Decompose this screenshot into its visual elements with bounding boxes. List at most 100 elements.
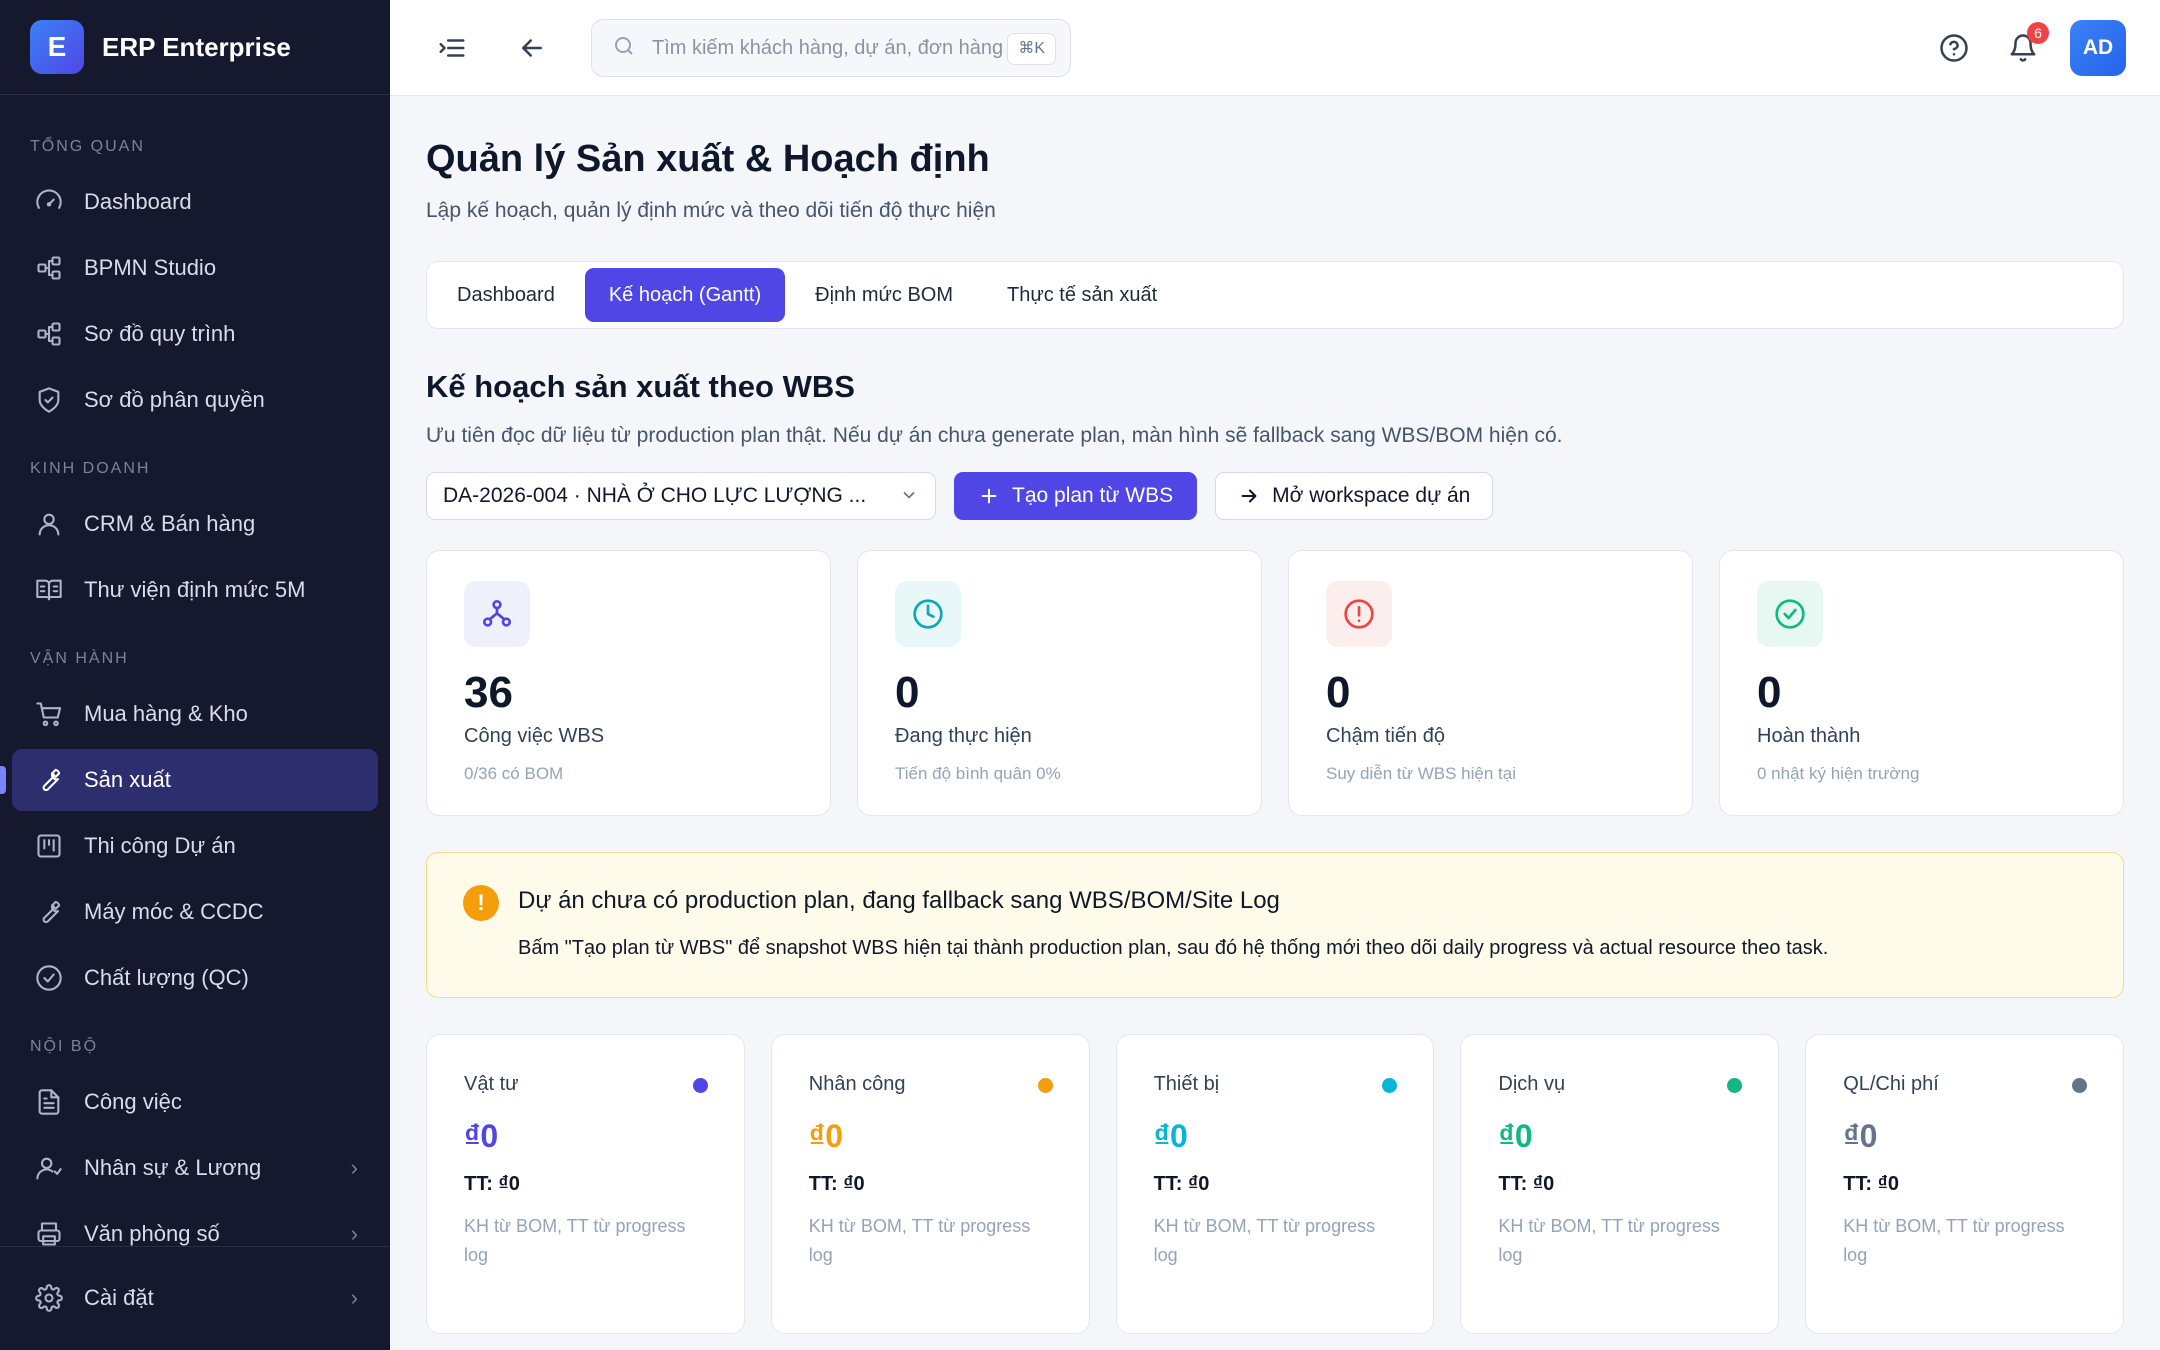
sidebar-item-label: Sản xuất [84, 767, 171, 792]
cost-category: Nhân công [808, 1073, 906, 1095]
sidebar-item-3-2[interactable]: Văn phòng số › [12, 1203, 378, 1247]
stats-row: 36 Công việc WBS 0/36 có BOM 0 Đang thực hiệ… [426, 550, 2124, 816]
sidebar-item-label: Dashboard [84, 189, 192, 214]
search-box[interactable]: ⌘K [591, 19, 1071, 77]
stat-card: 36 Công việc WBS 0/36 có BOM [426, 550, 831, 816]
sidebar-section-title: TỔNG QUAN [30, 138, 145, 155]
cost-category: QL/Chi phí [1843, 1073, 1939, 1095]
tab-1[interactable]: Kế hoạch (Gantt) [584, 268, 786, 322]
clock-icon [895, 581, 961, 647]
stat-hint: 0/36 có BOM [464, 764, 564, 783]
stat-label: Chậm tiến độ [1326, 725, 1445, 747]
search-input[interactable] [652, 36, 1002, 60]
flow-icon [34, 319, 64, 349]
user-icon [34, 509, 64, 539]
file-icon [34, 1087, 64, 1117]
sidebar-item-label: Văn phòng số [84, 1221, 220, 1246]
cost-card: Thiết bị ₫0 TT: ₫0 KH từ BOM, TT từ progres… [1115, 1034, 1435, 1334]
cost-category: Thiết bị [1153, 1073, 1220, 1095]
cost-cards-row: Vật tư ₫0 TT: ₫0 KH từ BOM, TT từ progress … [426, 1034, 2124, 1334]
sidebar-item-label: Sơ đồ quy trình [84, 321, 236, 346]
cost-note: KH từ BOM, TT từ progress log [1843, 1216, 2065, 1265]
sidebar-item-0-0[interactable]: Dashboard [12, 171, 378, 233]
warning-icon: ! [463, 885, 499, 921]
sidebar-item-3-1[interactable]: Nhân sự & Lương › [12, 1137, 378, 1199]
stat-label: Hoàn thành [1757, 725, 1861, 747]
stat-label: Công việc WBS [464, 725, 605, 747]
sidebar-item-label: Mua hàng & Kho [84, 701, 248, 726]
tab-3[interactable]: Thực tế sản xuất [983, 268, 1181, 322]
sidebar-item-label: Thư viện định mức 5M [84, 577, 306, 602]
book-icon [34, 575, 64, 605]
sidebar-item-2-1[interactable]: Sản xuất [0, 749, 378, 811]
avatar[interactable]: AD [2070, 20, 2126, 76]
check-circle-icon [1757, 581, 1823, 647]
cost-planned-value: ₫0 [464, 1118, 499, 1154]
cost-color-dot [692, 1078, 708, 1093]
tab-0[interactable]: Dashboard [433, 268, 579, 322]
arrow-right-icon [1241, 489, 1257, 503]
sidebar-item-2-4[interactable]: Chất lượng (QC) [12, 947, 378, 1009]
help-icon[interactable] [1934, 28, 1974, 68]
alert-title: Dự án chưa có production plan, đang fall… [518, 887, 1280, 914]
stat-value: 0 [1757, 668, 1782, 717]
cost-planned-value: ₫0 [1498, 1118, 1533, 1154]
cost-actual-value: TT: ₫0 [1498, 1173, 1555, 1195]
sidebar-item-0-3[interactable]: Sơ đồ phân quyền [12, 369, 378, 431]
alert-description: Bấm "Tạo plan từ WBS" để snapshot WBS hi… [518, 937, 1829, 959]
sidebar-item-label: Cài đặt [84, 1285, 154, 1310]
open-workspace-button[interactable]: Mở workspace dự án [1215, 472, 1494, 520]
sidebar-item-label: Sơ đồ phân quyền [84, 387, 265, 412]
create-plan-button[interactable]: Tạo plan từ WBS [954, 472, 1198, 520]
kanban-icon [34, 831, 64, 861]
sidebar-item-1-1[interactable]: Thư viện định mức 5M [12, 559, 378, 621]
sidebar-item-2-3[interactable]: Máy móc & CCDC [12, 881, 378, 943]
menu-toggle-icon[interactable] [432, 28, 472, 68]
sidebar-section-title: KINH DOANH [30, 460, 151, 477]
back-arrow-icon[interactable] [512, 28, 552, 68]
stat-hint: Suy diễn từ WBS hiện tại [1326, 764, 1516, 783]
sidebar-item-1-0[interactable]: CRM & Bán hàng [12, 493, 378, 555]
sidebar-item-label: Máy móc & CCDC [84, 899, 264, 924]
shield-icon [34, 385, 64, 415]
network-icon [464, 581, 530, 647]
project-select[interactable]: DA-2026-004 · NHÀ Ở CHO LỰC LƯỢNG ... [426, 472, 936, 520]
cost-note: KH từ BOM, TT từ progress log [1498, 1216, 1720, 1265]
cost-card: QL/Chi phí ₫0 TT: ₫0 KH từ BOM, TT từ progr… [1805, 1034, 2124, 1334]
cost-color-dot [2071, 1078, 2087, 1093]
cost-planned-value: ₫0 [1843, 1118, 1878, 1154]
cost-note: KH từ BOM, TT từ progress log [464, 1216, 686, 1265]
section-title: Kế hoạch sản xuất theo WBS [426, 369, 855, 404]
sidebar-item-label: CRM & Bán hàng [84, 511, 256, 536]
sidebar-section-title: VẬN HÀNH [30, 650, 129, 667]
cost-note: KH từ BOM, TT từ progress log [1153, 1216, 1376, 1265]
sidebar-item-label: BPMN Studio [84, 255, 217, 280]
fallback-alert: ! Dự án chưa có production plan, đang fa… [426, 852, 2124, 998]
sidebar-item-0-1[interactable]: BPMN Studio [12, 237, 378, 299]
cost-category: Dịch vụ [1498, 1073, 1566, 1095]
cost-actual-value: TT: ₫0 [1153, 1173, 1210, 1195]
tab-2[interactable]: Định mức BOM [791, 268, 977, 322]
wrench-icon [34, 897, 64, 927]
chevron-right-icon: › [350, 1285, 358, 1310]
wrench-icon [34, 765, 64, 795]
sidebar-item-2-2[interactable]: Thi công Dự án [12, 815, 378, 877]
notification-bell-icon[interactable]: 6 [2003, 22, 2049, 68]
printer-icon [34, 1219, 64, 1247]
cost-actual-value: TT: ₫0 [808, 1173, 865, 1195]
cost-actual-value: TT: ₫0 [1843, 1173, 1900, 1195]
cost-actual-value: TT: ₫0 [464, 1173, 520, 1195]
stat-value: 0 [895, 668, 920, 717]
sidebar-item-3-0[interactable]: Công việc [12, 1071, 378, 1133]
stat-card: 0 Đang thực hiện Tiến độ bình quân 0% [857, 550, 1262, 816]
sidebar-nav-scroll[interactable]: TỔNG QUAN Dashboard BPMN Studio Sơ đồ quy t… [0, 95, 390, 1247]
sidebar-item-label: Công việc [84, 1089, 182, 1114]
cost-card: Nhân công ₫0 TT: ₫0 KH từ BOM, TT từ progre… [770, 1034, 1090, 1334]
sidebar-item-0-2[interactable]: Sơ đồ quy trình [12, 303, 378, 365]
brand-name: ERP Enterprise [102, 31, 291, 62]
sidebar-item-settings[interactable]: Cài đặt › [12, 1267, 378, 1329]
brand[interactable]: E ERP Enterprise [0, 0, 390, 95]
create-plan-label: Tạo plan từ WBS [1012, 484, 1174, 507]
sidebar-item-2-0[interactable]: Mua hàng & Kho [12, 683, 378, 745]
tab-bar: Dashboard Kế hoạch (Gantt) Định mức BOM Thự… [426, 261, 2124, 329]
